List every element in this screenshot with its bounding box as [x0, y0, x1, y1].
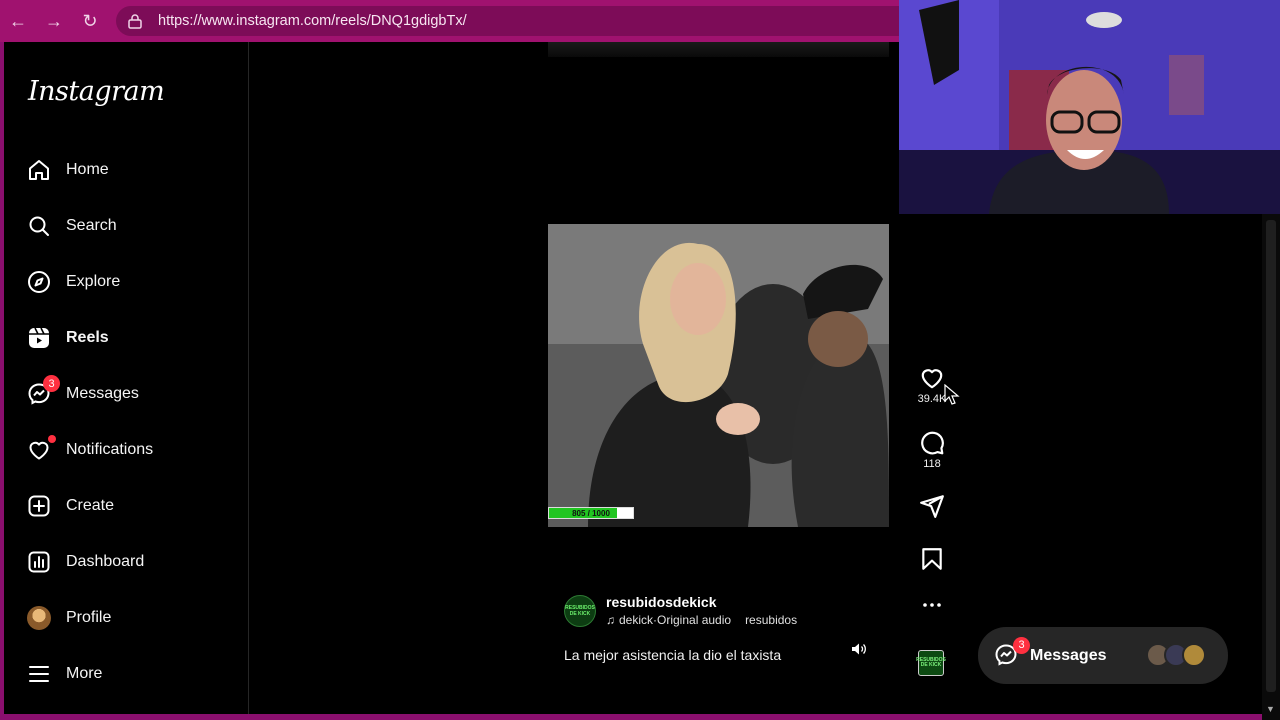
comment-icon[interactable] [919, 430, 945, 456]
sidebar-item-label: Profile [66, 609, 112, 626]
reel-author: RESUBIDOS DE KICK resubidosdekick ♫ deki… [564, 594, 797, 627]
url-text[interactable]: https://www.instagram.com/reels/DNQ1gdig… [158, 13, 467, 29]
author-name[interactable]: resubidosdekick [606, 594, 797, 610]
audio-thumbnail[interactable]: RESUBIDOS DE KICK [916, 650, 946, 676]
notification-dot [48, 435, 56, 443]
sidebar-item-create[interactable]: Create [26, 484, 236, 528]
comment-action[interactable]: 118 [912, 430, 952, 470]
address-bar[interactable]: https://www.instagram.com/reels/DNQ1gdig… [116, 6, 900, 36]
scroll-down-icon[interactable]: ▼ [1266, 704, 1275, 714]
sidebar-item-notifications[interactable]: Notifications [26, 428, 236, 472]
audio-tag[interactable]: resubidos [745, 613, 797, 627]
site-info-icon[interactable] [126, 12, 144, 30]
sidebar-item-search[interactable]: Search [26, 204, 236, 248]
messages-pill-badge: 3 [1013, 636, 1030, 654]
sidebar-item-label: Messages [66, 385, 139, 402]
save-action[interactable] [912, 546, 952, 572]
audio-label: Original audio [657, 613, 732, 627]
scrollbar-thumb[interactable] [1266, 220, 1276, 692]
messenger-icon: 3 [994, 636, 1030, 669]
audio-info[interactable]: ♫ dekick · Original audio resubidos [606, 613, 797, 627]
video-frame [548, 224, 889, 527]
compass-icon [26, 269, 52, 295]
profile-icon [26, 605, 52, 631]
reel-caption: La mejor asistencia la dio el taxista [564, 647, 782, 663]
reels-icon [26, 325, 52, 351]
bookmark-icon[interactable] [919, 546, 945, 572]
mouse-cursor-icon [944, 384, 960, 405]
reload-icon[interactable]: ↻ [72, 0, 108, 42]
messages-pill-label: Messages [1030, 646, 1107, 664]
sidebar-item-label: Search [66, 217, 117, 234]
reel-video[interactable]: 805 / 1000 [548, 224, 889, 527]
sidebar-item-messages[interactable]: 3 Messages [26, 372, 236, 416]
like-count: 39.4K [917, 393, 947, 405]
home-icon [26, 157, 52, 183]
menu-icon [26, 661, 52, 687]
streamer-camera-feed [899, 0, 1280, 214]
music-note-icon: ♫ [606, 613, 615, 627]
more-options-action[interactable] [912, 600, 952, 610]
messenger-icon: 3 [26, 375, 60, 407]
comment-count: 118 [923, 458, 941, 470]
sidebar: Instagram Home Search Explore Reels 3 Me… [4, 42, 249, 714]
chart-icon [26, 549, 52, 575]
avatar [27, 606, 51, 630]
like-icon[interactable] [919, 365, 945, 391]
instagram-logo[interactable]: Instagram [28, 76, 165, 107]
sidebar-item-more[interactable]: More [26, 652, 236, 696]
messages-button[interactable]: 3 Messages [978, 627, 1228, 684]
progress-text: 805 / 1000 [572, 509, 610, 518]
browser-toolbar: ← → ↻ https://www.instagram.com/reels/DN… [0, 0, 900, 42]
sidebar-item-home[interactable]: Home [26, 148, 236, 192]
sidebar-item-label: Home [66, 161, 109, 178]
share-action[interactable] [912, 493, 952, 519]
progress-bar: 805 / 1000 [548, 507, 634, 519]
sidebar-item-label: Reels [66, 329, 109, 346]
recent-chats-avatars [1146, 643, 1206, 667]
sidebar-item-explore[interactable]: Explore [26, 260, 236, 304]
sidebar-item-label: Explore [66, 273, 121, 290]
webcam-overlay [899, 0, 1280, 214]
sidebar-item-label: Dashboard [66, 553, 145, 570]
sidebar-item-reels[interactable]: Reels [26, 316, 236, 360]
share-icon[interactable] [919, 493, 945, 519]
forward-icon[interactable]: → [36, 0, 72, 42]
sidebar-item-dashboard[interactable]: Dashboard [26, 540, 236, 584]
avatar [1182, 643, 1206, 667]
plus-square-icon [26, 493, 52, 519]
previous-reel-edge [548, 42, 889, 57]
sidebar-item-profile[interactable]: Profile [26, 596, 236, 640]
volume-icon[interactable] [849, 640, 867, 658]
more-icon[interactable] [920, 600, 944, 610]
audio-artist: dekick [619, 613, 654, 627]
search-icon [26, 213, 52, 239]
sidebar-item-label: Create [66, 497, 115, 514]
back-icon[interactable]: ← [0, 0, 36, 42]
page-scrollbar[interactable]: ▼ [1262, 214, 1280, 720]
sidebar-item-label: More [66, 665, 103, 682]
sidebar-item-label: Notifications [66, 441, 154, 458]
author-avatar[interactable]: RESUBIDOS DE KICK [564, 594, 596, 627]
heart-icon [26, 435, 56, 463]
messages-badge: 3 [43, 375, 60, 392]
